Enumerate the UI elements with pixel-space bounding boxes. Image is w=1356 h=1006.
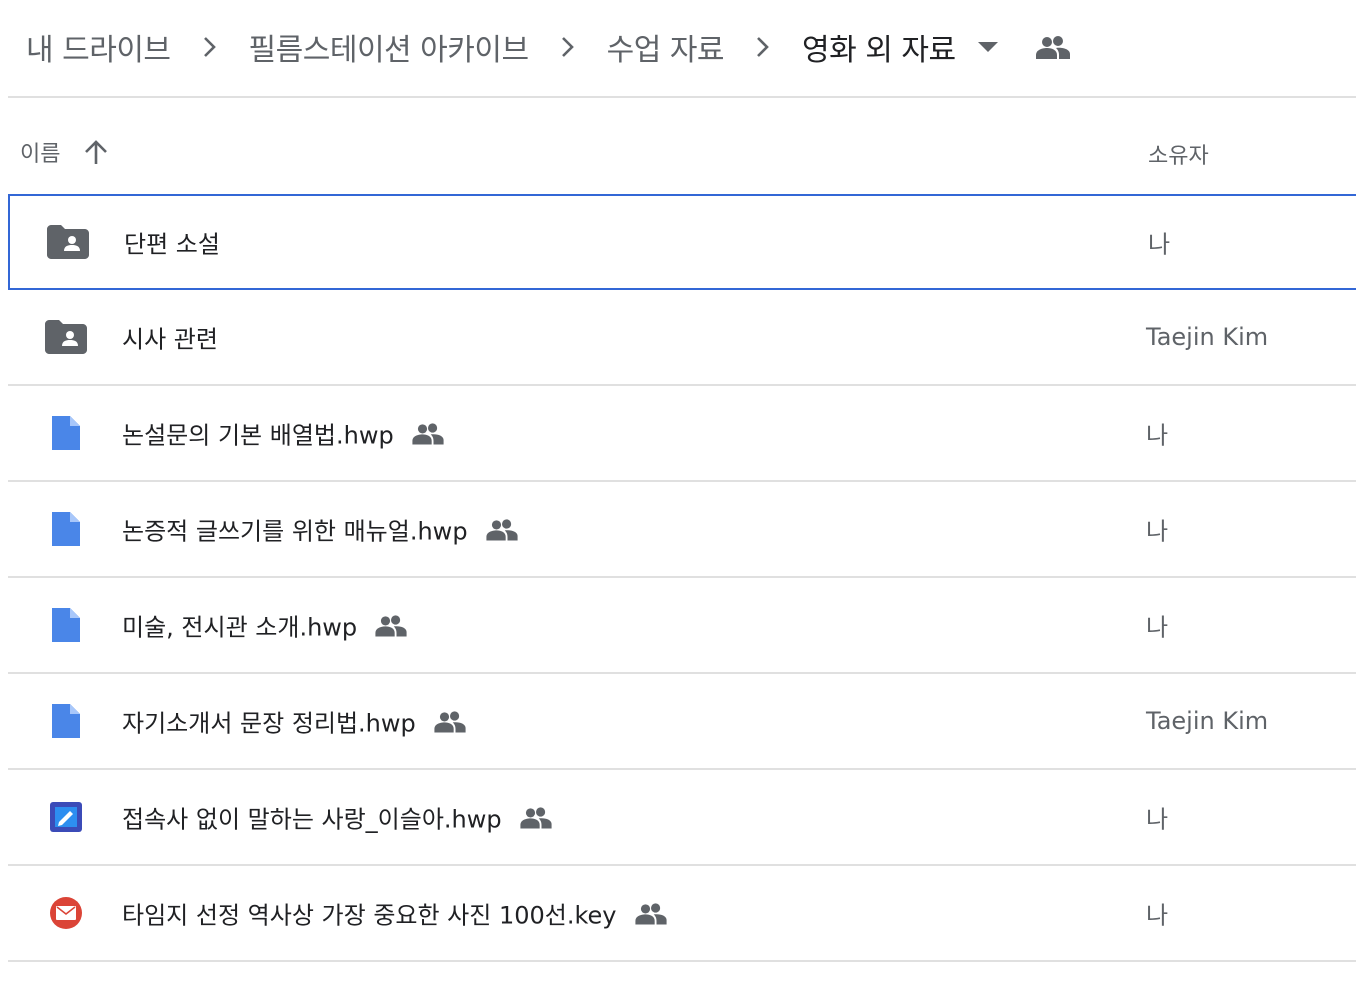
people-icon xyxy=(434,710,466,732)
document-icon xyxy=(44,699,88,743)
file-name-text: 자기소개서 문장 정리법.hwp xyxy=(122,709,416,738)
file-row[interactable]: 시사 관련 Taejin Kim xyxy=(8,290,1356,386)
file-name-text: 시사 관련 xyxy=(122,325,218,354)
file-name-text: 단편 소설 xyxy=(124,230,220,259)
keynote-icon xyxy=(44,891,88,935)
column-header-owner[interactable]: 소유자 xyxy=(1148,138,1209,170)
file-name: 미술, 전시관 소개.hwp xyxy=(122,608,407,643)
column-name-label: 이름 xyxy=(20,142,61,167)
people-icon xyxy=(485,518,518,540)
drive-folder-view: 내 드라이브 필름스테이션 아카이브 수업 자료 영화 외 자료 이름 소유자 … xyxy=(0,0,1356,1006)
arrow-up-icon[interactable] xyxy=(84,139,108,165)
file-name: 단편 소설 xyxy=(124,225,220,260)
people-icon xyxy=(634,902,667,924)
column-header-name[interactable]: 이름 xyxy=(20,136,108,168)
breadcrumb: 내 드라이브 필름스테이션 아카이브 수업 자료 영화 외 자료 xyxy=(26,22,1070,72)
file-row[interactable]: 논증적 글쓰기를 위한 매뉴얼.hwp 나 xyxy=(8,482,1356,578)
file-name: 시사 관련 xyxy=(122,320,218,355)
file-owner: Taejin Kim xyxy=(1146,707,1269,735)
file-name: 논설문의 기본 배열법.hwp xyxy=(122,416,444,451)
file-name-text: 타임지 선정 역사상 가장 중요한 사진 100선.key xyxy=(122,901,617,930)
file-owner: 나 xyxy=(1146,805,1169,834)
file-name-text: 접속사 없이 말하는 사랑_이슬아.hwp xyxy=(122,805,502,834)
file-name: 접속사 없이 말하는 사랑_이슬아.hwp xyxy=(122,800,552,835)
caret-down-icon[interactable] xyxy=(977,42,998,52)
chevron-right-icon xyxy=(553,36,583,58)
file-row[interactable]: 미술, 전시관 소개.hwp 나 xyxy=(8,578,1356,674)
file-owner: 나 xyxy=(1146,613,1169,642)
breadcrumb-item-my-drive[interactable]: 내 드라이브 xyxy=(26,25,171,69)
file-owner: 나 xyxy=(1146,517,1169,546)
file-owner: 나 xyxy=(1148,230,1171,259)
hwp-app-icon xyxy=(44,795,88,839)
file-owner: 나 xyxy=(1146,421,1169,450)
breadcrumb-item-archive[interactable]: 필름스테이션 아카이브 xyxy=(249,25,530,69)
file-list: 단편 소설 나 시사 관련 Taejin Kim 논설문의 기본 배열법.hwp… xyxy=(8,194,1356,962)
file-name-text: 미술, 전시관 소개.hwp xyxy=(122,613,358,642)
file-row[interactable]: 논설문의 기본 배열법.hwp 나 xyxy=(8,386,1356,482)
breadcrumb-current-folder[interactable]: 영화 외 자료 xyxy=(802,25,956,69)
file-owner: 나 xyxy=(1146,901,1169,930)
file-name: 자기소개서 문장 정리법.hwp xyxy=(122,704,466,739)
document-icon xyxy=(44,603,88,647)
file-name-text: 논증적 글쓰기를 위한 매뉴얼.hwp xyxy=(122,517,468,546)
file-owner: Taejin Kim xyxy=(1146,323,1269,351)
people-icon xyxy=(520,806,552,828)
file-name: 타임지 선정 역사상 가장 중요한 사진 100선.key xyxy=(122,896,667,931)
document-icon xyxy=(44,411,88,455)
file-row[interactable]: 단편 소설 나 xyxy=(8,194,1356,290)
breadcrumb-item-class-materials[interactable]: 수업 자료 xyxy=(607,25,725,69)
people-icon xyxy=(412,422,444,444)
chevron-right-icon xyxy=(748,36,778,58)
chevron-right-icon xyxy=(195,36,225,58)
file-name-text: 논설문의 기본 배열법.hwp xyxy=(122,421,394,450)
file-name: 논증적 글쓰기를 위한 매뉴얼.hwp xyxy=(122,512,518,547)
column-header-row: 이름 소유자 xyxy=(8,98,1356,196)
shared-folder-icon xyxy=(44,315,88,359)
shared-folder-icon xyxy=(46,220,90,264)
document-icon xyxy=(44,507,88,551)
file-row[interactable]: 타임지 선정 역사상 가장 중요한 사진 100선.key 나 xyxy=(8,866,1356,962)
people-icon xyxy=(375,614,407,636)
people-icon[interactable] xyxy=(1035,35,1070,59)
file-row[interactable]: 자기소개서 문장 정리법.hwp Taejin Kim xyxy=(8,674,1356,770)
file-row[interactable]: 접속사 없이 말하는 사랑_이슬아.hwp 나 xyxy=(8,770,1356,866)
